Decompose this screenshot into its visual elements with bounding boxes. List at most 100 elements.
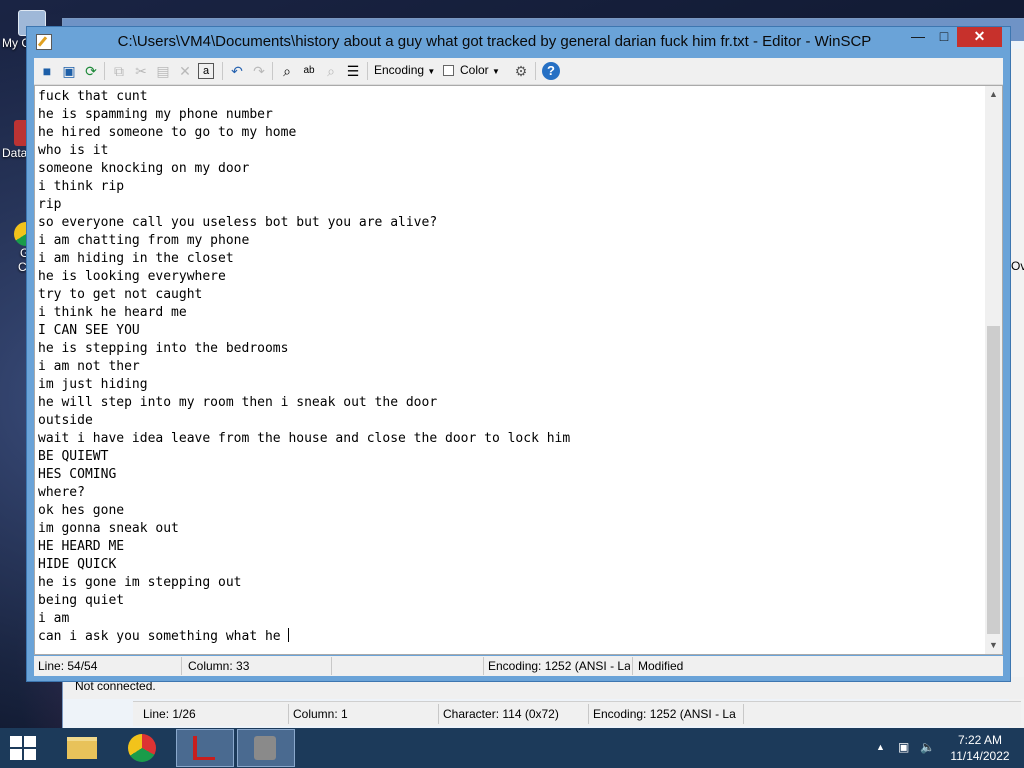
text-editor-area[interactable]: fuck that cunt he is spamming my phone nu… (34, 85, 1003, 655)
status-column: Column: 33 (188, 659, 250, 673)
paste-icon[interactable]: ▤ (154, 62, 172, 80)
folder-icon (67, 737, 97, 759)
text-line: ok hes gone (38, 503, 125, 518)
divider (288, 704, 289, 724)
taskbar-file-explorer[interactable] (54, 729, 112, 767)
winscp-icon (193, 736, 215, 760)
text-line: rip (38, 197, 62, 212)
text-line: he will step into my room then i sneak o… (38, 395, 438, 410)
text-line: can i ask you something what he (38, 628, 290, 644)
text-line: BE QUIEWT (38, 449, 109, 464)
color-dropdown[interactable]: Color ▼ (460, 63, 500, 77)
text-line: HES COMING (38, 467, 117, 482)
editor-titlebar[interactable]: C:\Users\VM4\Documents\history about a g… (27, 27, 1010, 57)
text-line: where? (38, 485, 85, 500)
text-line: he is spamming my phone number (38, 107, 273, 122)
save-icon[interactable]: ■ (38, 62, 56, 80)
divider (632, 657, 633, 675)
text-line: i am (38, 611, 70, 626)
text-line: who is it (38, 143, 109, 158)
network-icon[interactable]: ▣ (898, 740, 909, 754)
editor-window: C:\Users\VM4\Documents\history about a g… (26, 26, 1011, 682)
clock-time: 7:22 AM (957, 733, 1003, 747)
chevron-up-icon[interactable]: ▲ (876, 742, 885, 752)
find-icon[interactable]: ⌕ (278, 62, 296, 80)
copy-icon[interactable]: ⧉ (110, 62, 128, 80)
editor-toolbar: ■ ▣ ⟳ ⧉ ✂ ▤ ✕ a ↶ ↷ ⌕ ab ⌕ ☰ Encoding ▼ … (34, 58, 1003, 85)
divider (104, 62, 105, 80)
text-line: i am hiding in the closet (38, 251, 234, 266)
undo-icon[interactable]: ↶ (228, 62, 246, 80)
text-line: I CAN SEE YOU (38, 323, 140, 338)
select-all-icon[interactable]: a (198, 63, 214, 79)
text-caret (288, 628, 290, 642)
status-character: Character: 114 (0x72) (443, 707, 559, 721)
clock-date: 11/14/2022 (950, 749, 1010, 763)
close-button[interactable]: ✕ (957, 27, 1002, 47)
windows-logo-icon (10, 736, 22, 747)
status-column: Column: 1 (293, 707, 348, 721)
delete-icon[interactable]: ✕ (176, 62, 194, 80)
divider (743, 704, 744, 724)
taskbar-filezilla-winscp[interactable] (176, 729, 234, 767)
chevron-down-icon: ▼ (427, 67, 436, 76)
replace-icon[interactable]: ab (300, 62, 318, 80)
text-line: im gonna sneak out (38, 521, 179, 536)
start-button[interactable] (10, 736, 38, 762)
text-line: HE HEARD ME (38, 539, 125, 554)
status-modified: Modified (638, 659, 684, 673)
save-all-icon[interactable]: ▣ (60, 62, 78, 80)
text-line: HIDE QUICK (38, 557, 117, 572)
divider (588, 704, 589, 724)
text-line: someone knocking on my door (38, 161, 250, 176)
windows-logo-icon (24, 749, 36, 760)
text-line: he hired someone to go to my home (38, 125, 297, 140)
maximize-button[interactable]: □ (931, 27, 957, 47)
side-panel-label: Ov (1011, 259, 1024, 273)
window-title: C:\Users\VM4\Documents\history about a g… (117, 33, 872, 50)
lock-icon (254, 736, 276, 760)
taskbar-clock[interactable]: 7:22 AM 11/14/2022 (940, 732, 1020, 764)
text-line: he is stepping into the bedrooms (38, 341, 289, 356)
taskbar-winscp-editor[interactable] (237, 729, 295, 767)
scroll-down-icon[interactable]: ▼ (985, 637, 1002, 654)
gear-icon[interactable]: ⚙ (512, 62, 530, 80)
text-content: fuck that cunt he is spamming my phone nu… (38, 88, 570, 646)
desktop-icon-label: Data (2, 146, 28, 160)
text-line: fuck that cunt (38, 89, 148, 104)
minimize-button[interactable]: — (905, 27, 931, 47)
redo-icon[interactable]: ↷ (250, 62, 268, 80)
taskbar: ▲ ▣ 🔈 7:22 AM 11/14/2022 (0, 728, 1024, 768)
color-label: Color (460, 63, 489, 77)
background-side-panel: Ov (1009, 49, 1024, 729)
status-line: Line: 1/26 (143, 707, 196, 721)
scrollbar-thumb[interactable] (987, 326, 1000, 634)
status-encoding: Encoding: 1252 (ANSI - La (488, 659, 630, 673)
divider (438, 704, 439, 724)
cut-icon[interactable]: ✂ (132, 62, 150, 80)
reload-icon[interactable]: ⟳ (82, 62, 100, 80)
windows-logo-icon (24, 736, 36, 747)
text-line: i am not ther (38, 359, 140, 374)
color-checkbox[interactable] (443, 65, 454, 76)
status-line: Line: 54/54 (38, 659, 98, 673)
divider (367, 62, 368, 80)
encoding-dropdown[interactable]: Encoding ▼ (374, 63, 435, 77)
taskbar-chrome[interactable] (114, 729, 172, 767)
text-line: i think he heard me (38, 305, 187, 320)
text-line: he is gone im stepping out (38, 575, 242, 590)
divider (272, 62, 273, 80)
find-next-icon[interactable]: ⌕ (322, 62, 340, 80)
divider (222, 62, 223, 80)
text-line: he is looking everywhere (38, 269, 226, 284)
volume-icon[interactable]: 🔈 (920, 740, 935, 754)
status-encoding: Encoding: 1252 (ANSI - La (593, 707, 736, 721)
vertical-scrollbar[interactable]: ▲ ▼ (985, 86, 1002, 654)
text-line: i think rip (38, 179, 125, 194)
help-icon[interactable]: ? (542, 62, 560, 80)
goto-line-icon[interactable]: ☰ (344, 62, 362, 80)
editor-statusbar: Line: 54/54 Column: 33 Encoding: 1252 (A… (34, 656, 1003, 676)
text-line: outside (38, 413, 93, 428)
chrome-icon (128, 734, 156, 762)
scroll-up-icon[interactable]: ▲ (985, 86, 1002, 103)
